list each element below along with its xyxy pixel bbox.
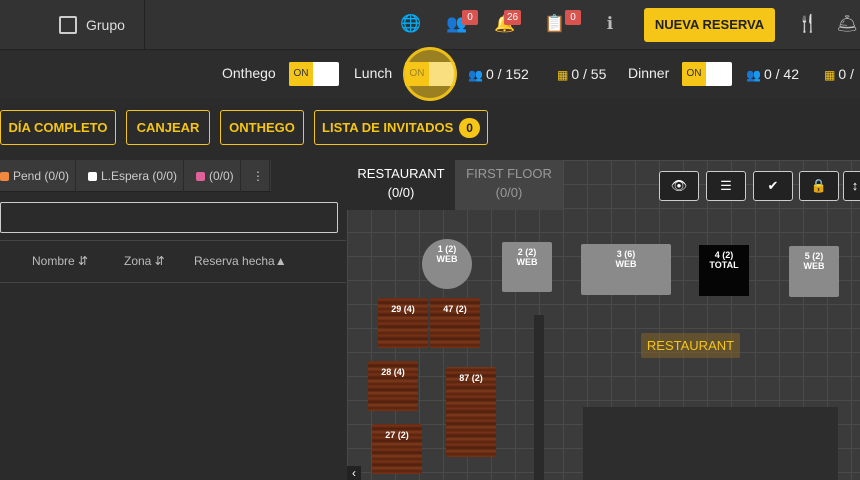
tab-name: RESTAURANT: [357, 166, 445, 181]
grupo-checkbox[interactable]: [59, 16, 77, 34]
people-icon: 👥: [746, 68, 761, 82]
bell-badge: 26: [504, 10, 522, 25]
grupo-label: Grupo: [86, 17, 125, 33]
status-color-swatch: [0, 172, 9, 181]
clipboard-icon[interactable]: 📋: [544, 13, 566, 35]
table-sub: WEB: [516, 257, 538, 267]
dinner-label: Dinner: [628, 65, 670, 81]
tab-pending[interactable]: Pend (0/0): [0, 160, 77, 192]
guest-list-button[interactable]: LISTA DE INVITADOS 0: [314, 110, 488, 145]
tab-label: L.Espera (0/0): [101, 169, 178, 183]
utensils-icon[interactable]: 🍴: [797, 13, 819, 35]
table-87[interactable]: 87 (2): [446, 367, 496, 457]
click-highlight: [403, 47, 457, 101]
dia-completo-button[interactable]: DÍA COMPLETO: [0, 110, 116, 145]
dinner-people-stat: 👥 0 / 42: [746, 66, 799, 82]
guest-list-label: LISTA DE INVITADOS: [322, 120, 454, 135]
table-28[interactable]: 28 (4): [368, 361, 418, 411]
tables-icon: ▦: [824, 68, 836, 82]
zone-label-restaurant: RESTAURANT: [641, 333, 740, 358]
guest-list-count: 0: [459, 118, 480, 138]
table-5[interactable]: 5 (2) WEB: [789, 246, 839, 297]
service-bell-icon[interactable]: 🛎: [836, 13, 858, 35]
column-reserva-hecha[interactable]: Reserva hecha▲: [194, 254, 287, 268]
toggle-on-label: ON: [289, 62, 313, 86]
tab-label: Pend (0/0): [13, 169, 70, 183]
tab-name: FIRST FLOOR: [466, 166, 552, 181]
divider: [144, 0, 145, 50]
table-id: 27 (2): [385, 430, 409, 440]
table-id: 28 (4): [381, 367, 405, 377]
clipboard-badge: 0: [565, 10, 581, 25]
tab-other[interactable]: (0/0): [190, 160, 241, 192]
tabrow-filler: [271, 160, 346, 192]
tab-label: (0/0): [209, 169, 234, 183]
column-nombre[interactable]: Nombre ⇵: [32, 254, 88, 268]
table-id: 1 (2): [437, 244, 457, 254]
tab-count: (0/0): [495, 185, 523, 200]
table-id: 5 (2): [804, 251, 824, 261]
users-badge: 0: [462, 10, 478, 25]
lunch-label: Lunch: [354, 65, 393, 81]
eye-icon[interactable]: 👁: [659, 171, 699, 201]
divider: [0, 240, 346, 241]
table-id: 2 (2): [517, 247, 537, 257]
status-color-swatch: [196, 172, 205, 181]
table-3[interactable]: 3 (6) WEB: [581, 244, 671, 295]
tables-icon: ▦: [557, 68, 569, 82]
wall-divider: [534, 315, 544, 480]
new-reservation-button[interactable]: NUEVA RESERVA: [644, 8, 775, 42]
lunch-tables-value: 0 / 55: [571, 66, 607, 82]
toggle-on-label: ON: [682, 62, 706, 86]
table-27[interactable]: 27 (2): [372, 424, 422, 474]
table-sub: WEB: [615, 259, 637, 269]
people-icon: 👥: [468, 68, 483, 82]
lock-icon[interactable]: 🔒: [799, 171, 839, 201]
reservations-panel: Pend (0/0) L.Espera (0/0) (0/0) ⋮ Nombre…: [0, 160, 346, 480]
dinner-people-value: 0 / 42: [763, 66, 799, 82]
lunch-people-stat: 👥 0 / 152: [468, 66, 529, 82]
sort-vertical-icon[interactable]: ↕: [843, 171, 860, 201]
tab-first-floor[interactable]: FIRST FLOOR (0/0): [455, 160, 563, 210]
divider: [0, 282, 346, 283]
onthego-label: Onthego: [222, 65, 276, 81]
table-1[interactable]: 1 (2) WEB: [422, 239, 472, 289]
table-2[interactable]: 2 (2) WEB: [502, 242, 552, 292]
check-circle-icon[interactable]: ✔: [753, 171, 793, 201]
canjear-button[interactable]: CANJEAR: [126, 110, 210, 145]
tab-restaurant[interactable]: RESTAURANT (0/0): [347, 160, 455, 210]
list-icon[interactable]: ☰: [706, 171, 746, 201]
more-options-icon[interactable]: ⋮: [246, 160, 270, 192]
dinner-tables-value: 0 /: [838, 66, 854, 82]
column-zona[interactable]: Zona ⇵: [124, 254, 165, 268]
top-bar: Grupo 🌐 👥 0 🔔 26 📋 0 ℹ NUEVA RESERVA 🍴 🛎: [0, 0, 860, 50]
status-color-swatch: [88, 172, 97, 181]
tab-waitlist[interactable]: L.Espera (0/0): [82, 160, 185, 192]
table-4[interactable]: 4 (2) TOTAL: [699, 245, 749, 296]
info-icon[interactable]: ℹ: [599, 13, 621, 35]
table-sub: TOTAL: [709, 260, 739, 270]
table-id: 29 (4): [391, 304, 415, 314]
table-id: 47 (2): [443, 304, 467, 314]
search-input[interactable]: [0, 202, 338, 233]
dinner-tables-stat: ▦ 0 /: [824, 66, 854, 82]
table-sub: WEB: [436, 254, 458, 264]
dinner-toggle[interactable]: ON: [682, 62, 732, 86]
globe-icon[interactable]: 🌐: [400, 13, 422, 35]
table-id: 4 (2): [714, 250, 734, 260]
onthego-toggle[interactable]: ON: [289, 62, 339, 86]
room-block: [583, 407, 838, 480]
tab-count: (0/0): [387, 185, 415, 200]
table-sub: WEB: [803, 261, 825, 271]
table-47[interactable]: 47 (2): [430, 298, 480, 348]
lunch-tables-stat: ▦ 0 / 55: [557, 66, 606, 82]
onthego-button[interactable]: ONTHEGO: [220, 110, 304, 145]
table-id: 87 (2): [459, 373, 483, 383]
table-29[interactable]: 29 (4): [378, 298, 428, 348]
status-tabs: Pend (0/0) L.Espera (0/0) (0/0) ⋮: [0, 160, 346, 192]
table-id: 3 (6): [616, 249, 636, 259]
lunch-people-value: 0 / 152: [485, 66, 529, 82]
collapse-panel-icon[interactable]: ‹: [347, 466, 361, 480]
